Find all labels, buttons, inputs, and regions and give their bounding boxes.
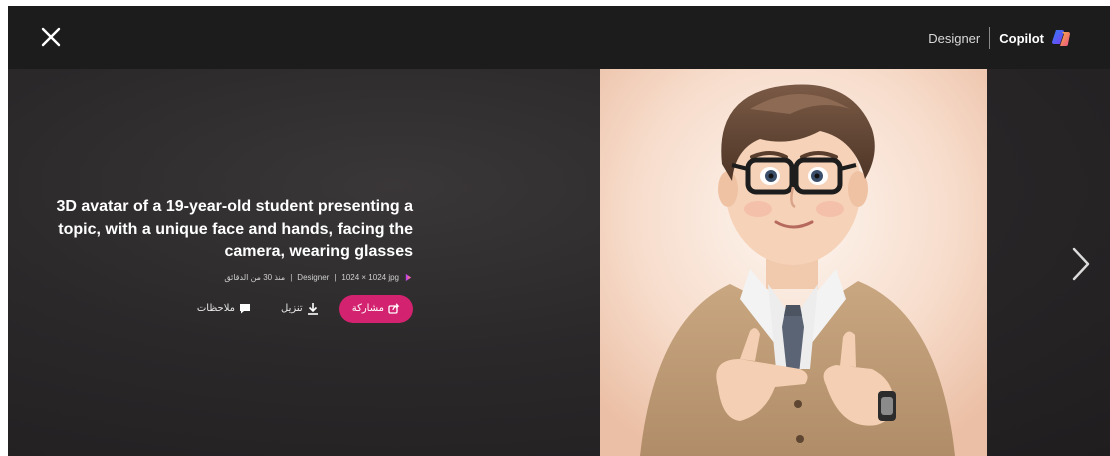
feedback-button[interactable]: ملاحظات xyxy=(197,303,251,314)
close-icon[interactable] xyxy=(38,24,64,50)
brand-designer-link[interactable]: Designer xyxy=(928,31,980,46)
meta-format: 1024 × 1024 jpg xyxy=(341,272,399,282)
meta-time: منذ 30 من الدقائق xyxy=(224,272,286,282)
image-viewer: Designer Copilot 3D avatar of a 19-year-… xyxy=(8,6,1110,456)
share-icon xyxy=(388,303,400,314)
image-meta: منذ 30 من الدقائق | Designer | 1024 × 10… xyxy=(28,273,413,282)
designer-logo-icon xyxy=(405,273,412,281)
generated-image[interactable] xyxy=(600,69,987,456)
brand-separator xyxy=(989,27,991,49)
share-label: مشاركة xyxy=(351,303,384,314)
image-info-panel: 3D avatar of a 19-year-old student prese… xyxy=(28,196,413,323)
download-label: تنزيل xyxy=(281,303,303,314)
meta-separator: | xyxy=(334,272,337,282)
action-bar: ملاحظات تنزيل مشاركة xyxy=(28,294,413,323)
copilot-logo-icon xyxy=(1052,30,1070,46)
brand: Designer Copilot xyxy=(928,26,1072,50)
feedback-label: ملاحظات xyxy=(196,303,236,314)
image-title-line: 3D avatar of a 19-year-old student prese… xyxy=(56,198,413,215)
image-title-line: topic, with a unique face and hands, fac… xyxy=(58,220,413,238)
meta-separator: | xyxy=(290,272,293,282)
image-title-line: camera, wearing glasses xyxy=(224,243,413,260)
meta-app: Designer xyxy=(297,272,330,282)
chevron-right-icon[interactable] xyxy=(1071,247,1091,281)
download-icon xyxy=(307,303,318,315)
brand-copilot-link[interactable]: Copilot xyxy=(999,31,1044,46)
top-bar: Designer Copilot xyxy=(8,6,1110,69)
image-title: 3D avatar of a 19-year-old student prese… xyxy=(28,196,413,264)
share-button[interactable]: مشاركة xyxy=(338,294,413,323)
comment-icon xyxy=(240,304,251,314)
download-button[interactable]: تنزيل xyxy=(281,302,319,315)
